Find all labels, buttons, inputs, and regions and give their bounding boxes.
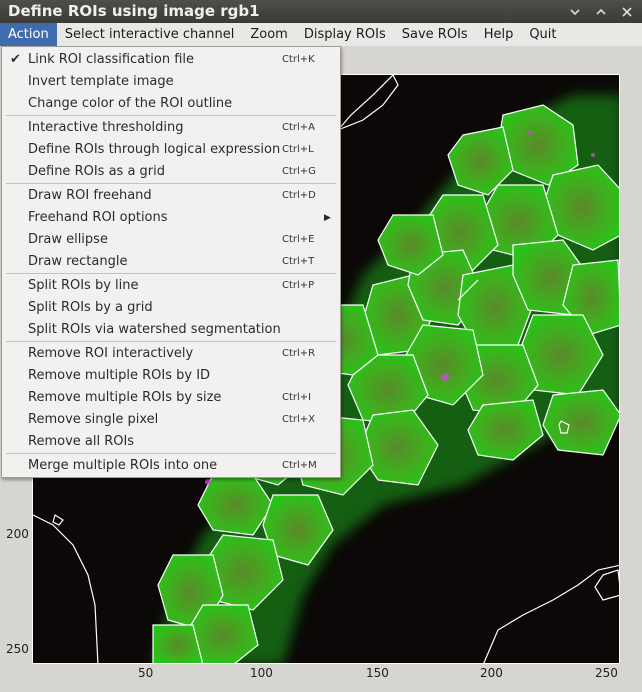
menu-item-label: Remove multiple ROIs by size bbox=[28, 390, 222, 405]
menu-item-remove-roi-interactively[interactable]: Remove ROI interactively Ctrl+R bbox=[2, 343, 340, 365]
menu-help[interactable]: Help bbox=[476, 23, 522, 46]
menu-select-interactive-channel[interactable]: Select interactive channel bbox=[57, 23, 243, 46]
menu-item-label: Remove multiple ROIs by ID bbox=[28, 368, 211, 383]
menu-item-label: Link ROI classification file bbox=[28, 52, 195, 67]
menu-item-link-roi-classification-file[interactable]: ✔ Link ROI classification file Ctrl+K bbox=[2, 49, 340, 71]
menu-item-shortcut: Ctrl+I bbox=[282, 392, 312, 403]
y-tick-label: 200 bbox=[6, 527, 29, 541]
menu-item-label: Split ROIs via watershed segmentation bbox=[28, 322, 281, 337]
menu-separator bbox=[6, 183, 336, 184]
submenu-arrow-icon: ▶ bbox=[324, 213, 331, 223]
menu-item-remove-multiple-rois-by-size[interactable]: Remove multiple ROIs by size Ctrl+I bbox=[2, 387, 340, 409]
menu-item-remove-all-rois[interactable]: Remove all ROIs bbox=[2, 431, 340, 453]
menu-item-shortcut: Ctrl+D bbox=[282, 190, 316, 201]
menu-item-label: Split ROIs by a grid bbox=[28, 300, 153, 315]
checkmark-icon: ✔ bbox=[10, 52, 21, 67]
menu-item-remove-single-pixel[interactable]: Remove single pixel Ctrl+X bbox=[2, 409, 340, 431]
menu-zoom[interactable]: Zoom bbox=[242, 23, 295, 46]
menu-item-label: Remove single pixel bbox=[28, 412, 159, 427]
x-tick-label: 250 bbox=[595, 666, 618, 680]
menu-item-split-rois-via-watershed-segmentation[interactable]: Split ROIs via watershed segmentation bbox=[2, 319, 340, 341]
menu-item-shortcut: Ctrl+G bbox=[282, 166, 316, 177]
menu-separator bbox=[6, 115, 336, 116]
menu-item-merge-multiple-rois-into-one[interactable]: Merge multiple ROIs into one Ctrl+M bbox=[2, 455, 340, 477]
menu-separator bbox=[6, 453, 336, 454]
menu-item-label: Freehand ROI options bbox=[28, 210, 168, 225]
menu-item-label: Remove all ROIs bbox=[28, 434, 135, 449]
action-menu: ✔ Link ROI classification file Ctrl+K Inver… bbox=[1, 46, 341, 478]
x-tick-label: 100 bbox=[250, 666, 273, 680]
menu-item-label: Remove ROI interactively bbox=[28, 346, 194, 361]
menu-bar: Action Select interactive channel Zoom Disp… bbox=[0, 23, 642, 47]
y-tick-label: 250 bbox=[6, 642, 29, 656]
menu-item-remove-multiple-rois-by-id[interactable]: Remove multiple ROIs by ID bbox=[2, 365, 340, 387]
menu-item-label: Change color of the ROI outline bbox=[28, 96, 233, 111]
menu-item-label: Invert template image bbox=[28, 74, 174, 89]
menu-item-label: Draw ROI freehand bbox=[28, 188, 152, 203]
menu-item-draw-rectangle[interactable]: Draw rectangle Ctrl+T bbox=[2, 251, 340, 273]
menu-item-shortcut: Ctrl+M bbox=[282, 460, 317, 471]
menu-item-define-rois-as-a-grid[interactable]: Define ROIs as a grid Ctrl+G bbox=[2, 161, 340, 183]
menu-item-shortcut: Ctrl+K bbox=[282, 54, 315, 65]
menu-item-shortcut: Ctrl+P bbox=[282, 280, 315, 291]
menu-item-shortcut: Ctrl+R bbox=[282, 348, 316, 359]
menu-item-label: Define ROIs through logical expression bbox=[28, 142, 281, 157]
window-title: Define ROIs using image rgb1 bbox=[8, 2, 260, 20]
x-tick-label: 150 bbox=[366, 666, 389, 680]
menu-item-shortcut: Ctrl+A bbox=[282, 122, 316, 133]
menu-item-label: Draw ellipse bbox=[28, 232, 108, 247]
menu-item-label: Split ROIs by line bbox=[28, 278, 139, 293]
menu-separator bbox=[6, 273, 336, 274]
menu-item-freehand-roi-options[interactable]: Freehand ROI options ▶ bbox=[2, 207, 340, 229]
menu-item-label: Merge multiple ROIs into one bbox=[28, 458, 218, 473]
menu-separator bbox=[6, 341, 336, 342]
maximize-button[interactable] bbox=[594, 5, 608, 19]
menu-item-draw-roi-freehand[interactable]: Draw ROI freehand Ctrl+D bbox=[2, 185, 340, 207]
window-titlebar: Define ROIs using image rgb1 bbox=[0, 0, 642, 23]
menu-item-label: Interactive thresholding bbox=[28, 120, 184, 135]
menu-item-shortcut: Ctrl+X bbox=[282, 414, 316, 425]
menu-quit[interactable]: Quit bbox=[521, 23, 564, 46]
window-controls bbox=[568, 0, 634, 23]
menu-item-draw-ellipse[interactable]: Draw ellipse Ctrl+E bbox=[2, 229, 340, 251]
minimize-button[interactable] bbox=[568, 5, 582, 19]
menu-item-invert-template-image[interactable]: Invert template image bbox=[2, 71, 340, 93]
menu-item-change-color-of-the-roi-outline[interactable]: Change color of the ROI outline bbox=[2, 93, 340, 115]
menu-item-interactive-thresholding[interactable]: Interactive thresholding Ctrl+A bbox=[2, 117, 340, 139]
menu-item-split-rois-by-a-grid[interactable]: Split ROIs by a grid bbox=[2, 297, 340, 319]
menu-item-shortcut: Ctrl+L bbox=[282, 144, 314, 155]
close-button[interactable] bbox=[620, 5, 634, 19]
menu-action[interactable]: Action bbox=[0, 23, 57, 46]
close-icon bbox=[622, 6, 632, 17]
x-tick-label: 200 bbox=[480, 666, 503, 680]
menu-display-rois[interactable]: Display ROIs bbox=[296, 23, 394, 46]
x-tick-label: 50 bbox=[138, 666, 154, 680]
menu-item-label: Define ROIs as a grid bbox=[28, 164, 166, 179]
menu-item-shortcut: Ctrl+T bbox=[282, 256, 315, 267]
menu-item-split-rois-by-line[interactable]: Split ROIs by line Ctrl+P bbox=[2, 275, 340, 297]
menu-save-rois[interactable]: Save ROIs bbox=[394, 23, 476, 46]
chevron-down-icon bbox=[570, 8, 580, 15]
menu-item-define-rois-through-logical-expression[interactable]: Define ROIs through logical expression Ct… bbox=[2, 139, 340, 161]
chevron-up-icon bbox=[596, 8, 606, 15]
menu-item-label: Draw rectangle bbox=[28, 254, 128, 269]
menu-item-shortcut: Ctrl+E bbox=[282, 234, 315, 245]
